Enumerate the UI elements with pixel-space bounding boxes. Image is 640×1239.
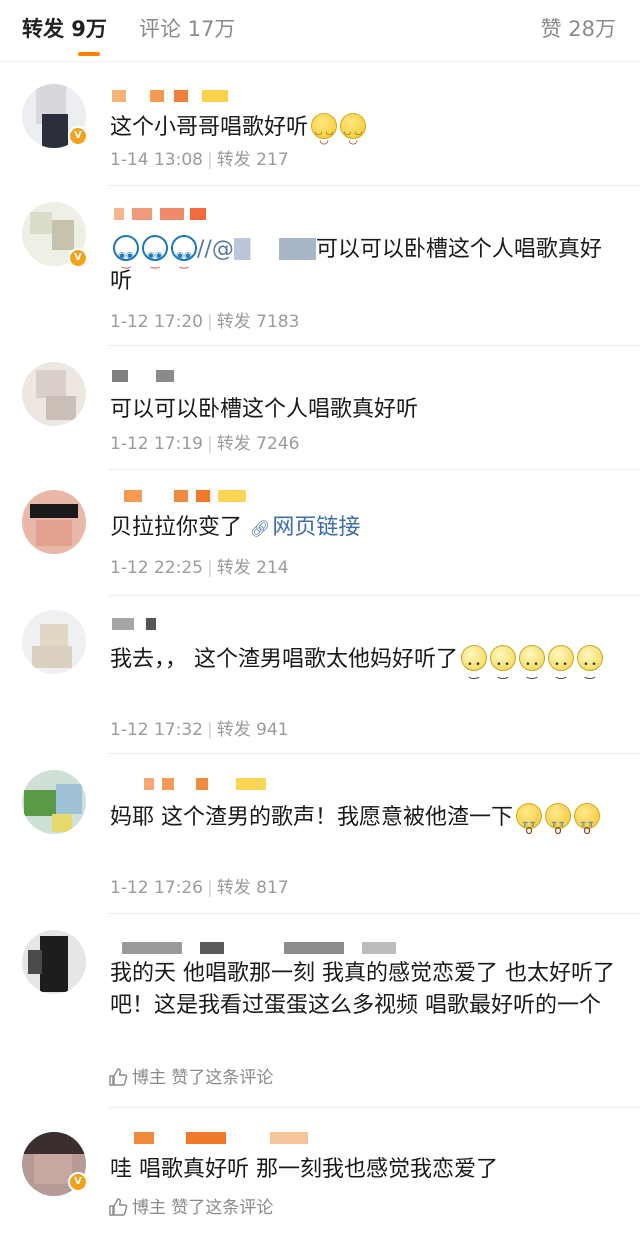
smile-emoji (340, 113, 367, 156)
repost-count[interactable]: 转发 941 (217, 720, 289, 740)
repost-meta: 1-12 22:25 | 转发 214 (110, 558, 289, 578)
thumbs-up-icon (109, 1068, 128, 1086)
face-emoji (171, 235, 197, 279)
repost-text: //@可以可以卧槽这个人唱歌真好听 (110, 234, 620, 298)
repost-item[interactable]: V 哇 唱歌真好听 那一刻我也感觉我恋爱了 博主 赞了这条评论 (0, 1108, 640, 1239)
smile-emoji (311, 113, 338, 156)
cry-emoji (574, 803, 600, 846)
cry-emoji (516, 803, 542, 846)
repost-count[interactable]: 转发 217 (217, 150, 289, 170)
web-link[interactable]: 网页链接 (272, 515, 360, 540)
repost-count[interactable]: 转发 7183 (217, 312, 300, 332)
repost-count[interactable]: 转发 817 (217, 878, 289, 898)
tab-bar: 转发 9万 评论 17万 赞 28万 (0, 0, 640, 62)
username-mosaic[interactable] (110, 778, 280, 796)
blogger-label: 博主 (132, 1068, 166, 1088)
username-mosaic[interactable] (110, 1132, 310, 1150)
repost-item[interactable]: V 这个小哥哥唱歌好听 1-14 13:08|转发 217 (0, 62, 640, 186)
active-tab-indicator (78, 52, 100, 56)
repost-meta: 1-14 13:08 | 转发 217 (110, 150, 289, 170)
blogger-action: 赞了这条评论 (171, 1068, 274, 1088)
repost-text: 我去，， 这个渣男唱歌太他妈好听了 (110, 644, 620, 688)
repost-meta: 1-12 17:26 | 转发 817 (110, 878, 289, 898)
thumbs-up-icon (109, 1198, 128, 1216)
sweat-emoji (577, 645, 603, 688)
repost-item[interactable]: 可以可以卧槽这个人唱歌真好听 1-12 17:19 | 转发 7246 (0, 346, 640, 470)
repost-time: 1-12 17:19 (110, 434, 203, 454)
verified-badge-icon: V (68, 126, 88, 146)
repost-time: 1-12 22:25 (110, 558, 203, 578)
blogger-liked: 博主 赞了这条评论 (108, 1196, 273, 1220)
avatar[interactable] (22, 610, 86, 674)
avatar[interactable] (22, 490, 86, 554)
face-emoji (113, 235, 139, 279)
verified-badge-icon: V (68, 1172, 88, 1192)
sweat-emoji (490, 645, 516, 688)
repost-item[interactable]: 妈耶 这个渣男的歌声！我愿意被他渣一下 1-12 17:26|转发 817 (0, 754, 640, 914)
username-mosaic[interactable] (110, 370, 180, 388)
repost-text: 哇 唱歌真好听 那一刻我也感觉我恋爱了 (110, 1157, 498, 1182)
repost-item[interactable]: V //@可以可以卧槽这个人唱歌真好听 1-12 17:20|转发 7183 (0, 186, 640, 346)
username-mosaic[interactable] (110, 490, 250, 508)
username-mosaic[interactable] (110, 90, 230, 108)
repost-text: 贝拉拉你变了 🔗︎网页链接 (110, 512, 620, 545)
repost-item[interactable]: 我的天 他唱歌那一刻 我真的感觉恋爱了 也太好听了吧！这是我看过蛋蛋这么多视频 … (0, 914, 640, 1108)
repost-time: 1-14 13:08 (110, 150, 203, 170)
repost-text: 可以可以卧槽这个人唱歌真好听 (110, 397, 419, 422)
blogger-action: 赞了这条评论 (171, 1198, 274, 1218)
repost-time: 1-12 17:32 (110, 720, 203, 740)
mention[interactable]: //@ (197, 237, 234, 262)
repost-meta: 1-12 17:32 | 转发 941 (110, 720, 289, 740)
face-emoji (142, 235, 168, 279)
repost-text: 这个小哥哥唱歌好听 (110, 112, 620, 156)
verified-badge-icon: V (68, 248, 88, 268)
repost-count[interactable]: 转发 214 (217, 558, 289, 578)
blogger-liked: 博主 赞了这条评论 (108, 1066, 273, 1090)
tab-repost[interactable]: 转发 9万 (22, 14, 107, 44)
link-icon: 🔗︎ (250, 519, 271, 538)
tab-like[interactable]: 赞 28万 (541, 14, 616, 44)
repost-meta: 1-12 17:20 | 转发 7183 (110, 312, 300, 332)
username-mosaic[interactable] (110, 618, 160, 636)
repost-meta: 1-12 17:19 | 转发 7246 (110, 434, 300, 454)
blogger-label: 博主 (132, 1198, 166, 1218)
username-mosaic[interactable] (110, 208, 220, 226)
sweat-emoji (519, 645, 545, 688)
repost-text: 妈耶 这个渣男的歌声！我愿意被他渣一下 (110, 802, 620, 846)
mention-mosaic (233, 238, 316, 260)
sweat-emoji (548, 645, 574, 688)
sweat-emoji (461, 645, 487, 688)
repost-count[interactable]: 转发 7246 (217, 434, 300, 454)
avatar[interactable] (22, 362, 86, 426)
tab-comment[interactable]: 评论 17万 (139, 14, 235, 44)
repost-text: 我的天 他唱歌那一刻 我真的感觉恋爱了 也太好听了吧！这是我看过蛋蛋这么多视频 … (110, 961, 615, 1018)
repost-item[interactable]: 我去，， 这个渣男唱歌太他妈好听了 1-12 17:32|转发 941 (0, 596, 640, 754)
repost-time: 1-12 17:20 (110, 312, 203, 332)
avatar[interactable] (22, 930, 86, 994)
repost-time: 1-12 17:26 (110, 878, 203, 898)
cry-emoji (545, 803, 571, 846)
avatar[interactable] (22, 770, 86, 834)
repost-item[interactable]: 贝拉拉你变了 🔗︎网页链接 1-12 22:25 | 转发 214 (0, 470, 640, 596)
